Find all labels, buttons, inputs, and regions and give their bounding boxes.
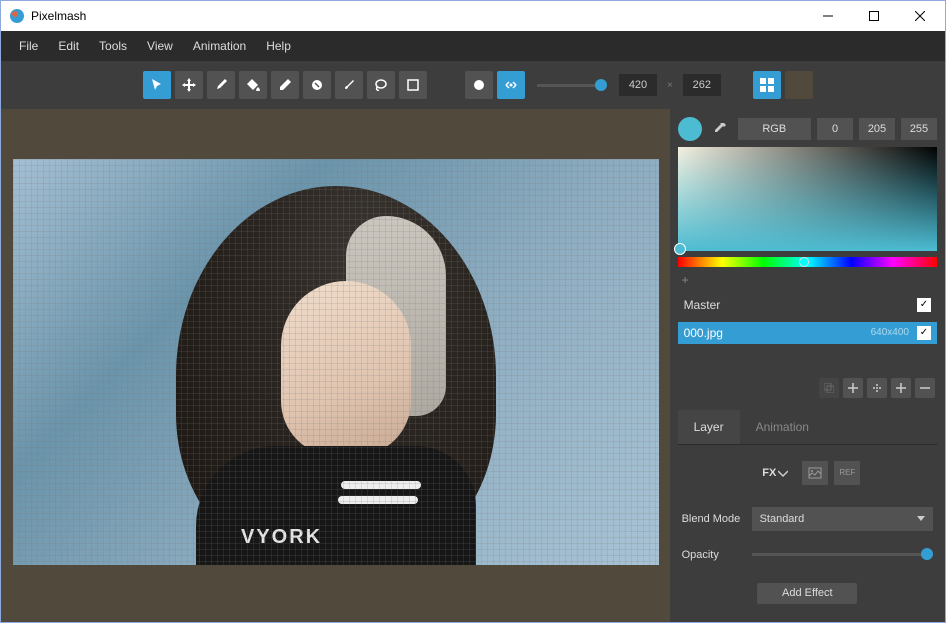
layer-name: 000.jpg bbox=[684, 326, 871, 340]
width-input[interactable]: 420 bbox=[619, 74, 657, 96]
add-layer-button[interactable] bbox=[843, 378, 863, 398]
delete-layer-button[interactable] bbox=[915, 378, 935, 398]
close-button[interactable] bbox=[897, 1, 943, 31]
eyedropper-tool[interactable] bbox=[708, 117, 732, 141]
toolbar: 420 × 262 bbox=[1, 61, 945, 109]
add-effect-button[interactable]: Add Effect bbox=[757, 583, 857, 604]
secondary-color[interactable] bbox=[785, 71, 813, 99]
eraser-tool[interactable] bbox=[303, 71, 331, 99]
master-visible-checkbox[interactable]: ✓ bbox=[917, 298, 931, 312]
menu-file[interactable]: File bbox=[9, 33, 48, 59]
hue-handle-icon bbox=[799, 257, 809, 267]
master-layer-row[interactable]: Master ✓ bbox=[678, 294, 937, 316]
grid-toggle[interactable] bbox=[753, 71, 781, 99]
slider-handle-icon bbox=[595, 79, 607, 91]
fx-button[interactable]: FX bbox=[754, 461, 796, 485]
add-layer-button-2[interactable] bbox=[891, 378, 911, 398]
app-title: Pixelmash bbox=[31, 9, 805, 23]
tab-layer[interactable]: Layer bbox=[678, 410, 740, 444]
size-slider[interactable] bbox=[537, 84, 607, 87]
height-input[interactable]: 262 bbox=[683, 74, 721, 96]
chevron-down-icon bbox=[917, 516, 925, 522]
blend-mode-label: Blend Mode bbox=[682, 513, 744, 525]
size-x-label: × bbox=[661, 80, 679, 91]
layer-dimensions: 640x400 bbox=[871, 327, 909, 338]
canvas[interactable]: VYORK bbox=[13, 159, 659, 565]
fx-ref-button[interactable]: REF bbox=[834, 461, 860, 485]
color-field[interactable] bbox=[678, 147, 937, 251]
color-b-input[interactable]: 255 bbox=[901, 118, 937, 140]
color-g-input[interactable]: 205 bbox=[859, 118, 895, 140]
app-icon bbox=[9, 8, 25, 24]
menu-animation[interactable]: Animation bbox=[183, 33, 256, 59]
fx-image-button[interactable] bbox=[802, 461, 828, 485]
color-mode-dropdown[interactable]: RGB bbox=[738, 118, 811, 140]
color-r-input[interactable]: 0 bbox=[817, 118, 853, 140]
titlebar: Pixelmash bbox=[1, 1, 945, 31]
add-swatch-button[interactable]: + bbox=[678, 273, 693, 287]
opacity-slider[interactable] bbox=[752, 553, 933, 556]
window-controls bbox=[805, 1, 943, 31]
blend-mode-dropdown[interactable]: Standard bbox=[752, 507, 933, 531]
canvas-image: VYORK bbox=[13, 159, 659, 565]
duplicate-layer-button[interactable] bbox=[819, 378, 839, 398]
color-swatch[interactable] bbox=[678, 117, 702, 141]
move-tool[interactable] bbox=[175, 71, 203, 99]
blend-mode-value: Standard bbox=[760, 513, 805, 525]
opacity-label: Opacity bbox=[682, 549, 744, 561]
maximize-button[interactable] bbox=[851, 1, 897, 31]
menu-view[interactable]: View bbox=[137, 33, 183, 59]
lasso-tool[interactable] bbox=[367, 71, 395, 99]
paintbrush-tool[interactable] bbox=[335, 71, 363, 99]
right-panel: RGB 0 205 255 + Master ✓ 000.jpg 640x400… bbox=[670, 109, 945, 622]
menu-edit[interactable]: Edit bbox=[48, 33, 89, 59]
tab-animation[interactable]: Animation bbox=[740, 410, 825, 444]
layer-visible-checkbox[interactable]: ✓ bbox=[917, 326, 931, 340]
master-layer-label: Master bbox=[684, 298, 917, 312]
layer-row[interactable]: 000.jpg 640x400 ✓ bbox=[678, 322, 937, 344]
canvas-area[interactable]: VYORK bbox=[1, 109, 670, 622]
shape-circle-tool[interactable] bbox=[465, 71, 493, 99]
brush-tool[interactable] bbox=[207, 71, 235, 99]
select-tool[interactable] bbox=[143, 71, 171, 99]
opacity-handle-icon bbox=[921, 548, 933, 560]
hue-slider[interactable] bbox=[678, 257, 937, 267]
menu-help[interactable]: Help bbox=[256, 33, 301, 59]
color-field-handle-icon bbox=[674, 243, 686, 255]
menu-tools[interactable]: Tools bbox=[89, 33, 137, 59]
rectangle-tool[interactable] bbox=[399, 71, 427, 99]
minimize-button[interactable] bbox=[805, 1, 851, 31]
merge-layer-button[interactable] bbox=[867, 378, 887, 398]
fill-tool[interactable] bbox=[239, 71, 267, 99]
pencil-tool[interactable] bbox=[271, 71, 299, 99]
menubar: File Edit Tools View Animation Help bbox=[1, 31, 945, 61]
snap-tool[interactable] bbox=[497, 71, 525, 99]
